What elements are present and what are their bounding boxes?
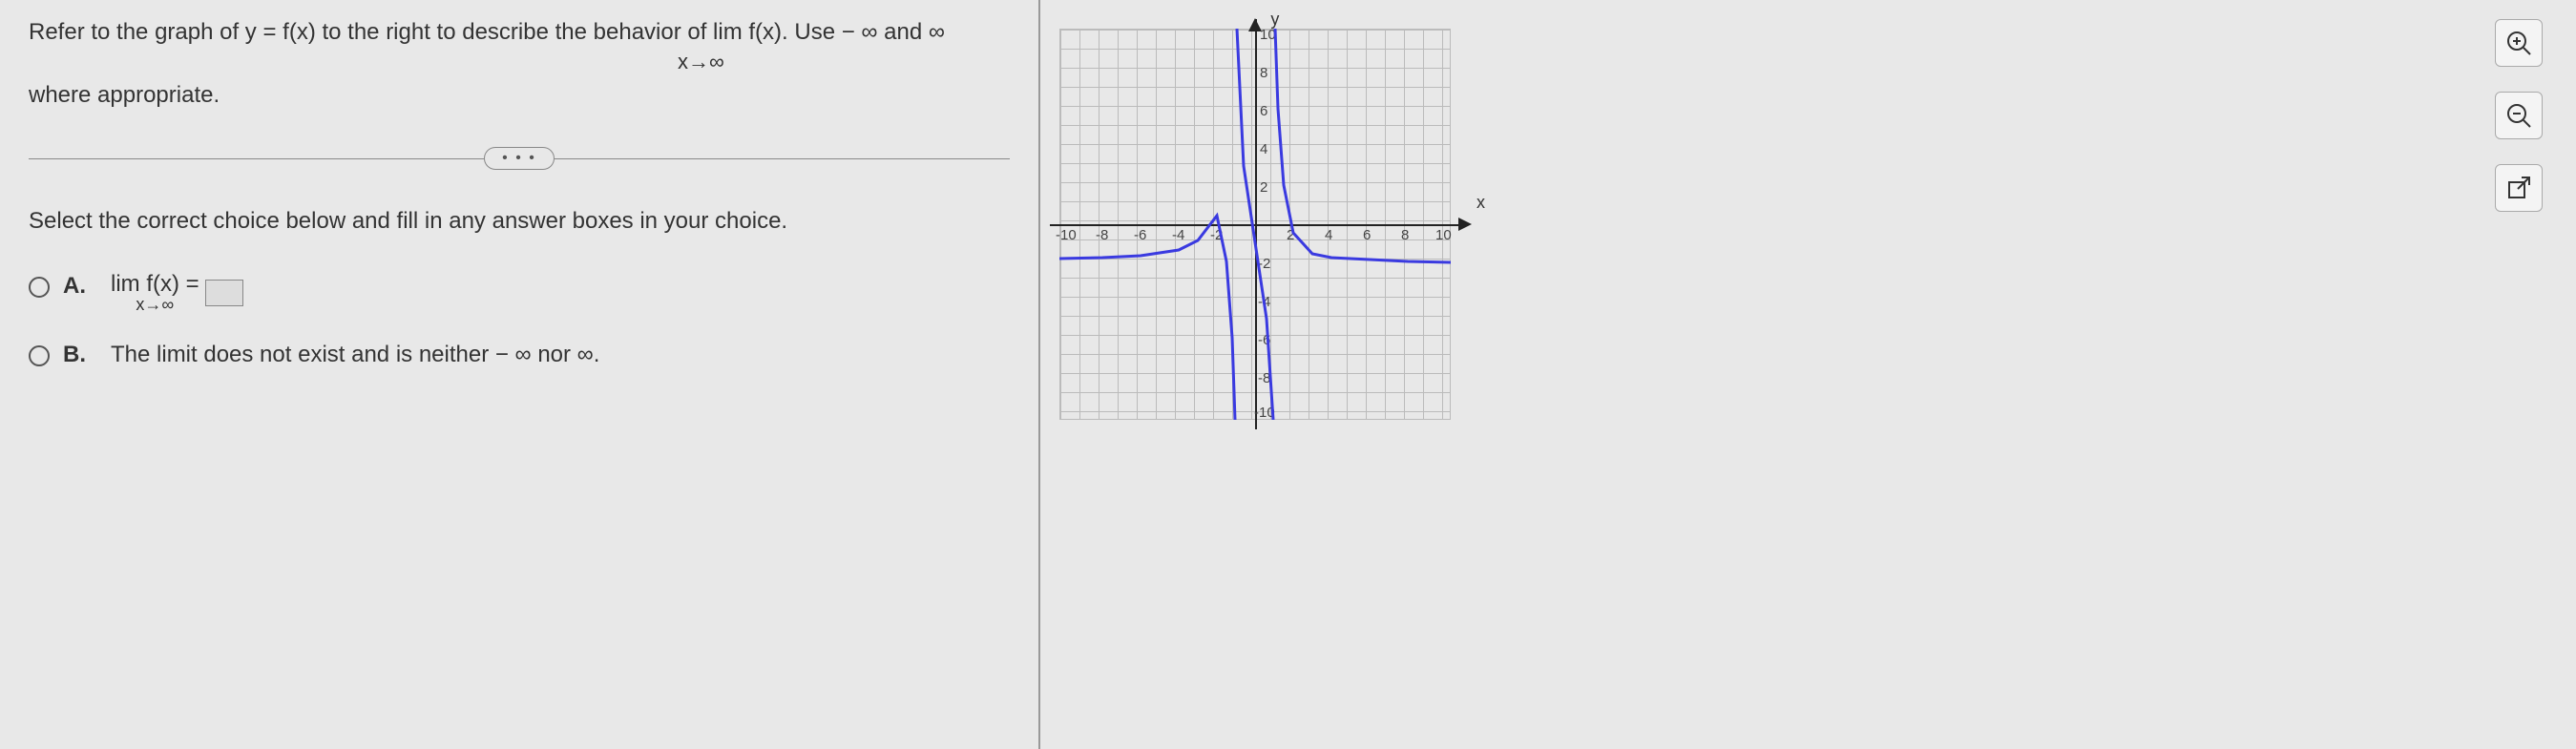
popout-icon [2506,176,2531,200]
zoom-in-button[interactable] [2495,19,2543,67]
zoom-out-button[interactable] [2495,92,2543,139]
choice-a-row[interactable]: A. lim f(x) = x→∞ [29,273,1010,313]
choice-b-row[interactable]: B. The limit does not exist and is neith… [29,342,1010,368]
divider-line-right [555,158,1010,159]
radio-b[interactable] [29,345,50,366]
expand-divider[interactable]: • • • [29,147,1010,170]
limit-subscript: x→∞ [136,296,174,313]
limit-top: lim f(x) = [111,273,199,296]
expand-pill[interactable]: • • • [484,147,555,170]
graph-panel[interactable]: y x -10 -8 -6 -4 -2 2 4 6 8 10 10 8 6 4 … [1059,29,1451,420]
choice-a-content: lim f(x) = x→∞ [111,273,243,313]
zoom-in-icon [2505,30,2532,56]
choice-b-text: The limit does not exist and is neither … [111,342,599,368]
prompt-line-2: where appropriate. [29,82,1010,109]
limit-expression: lim f(x) = x→∞ [111,273,199,313]
choice-b-label: B. [63,342,88,368]
prompt-limit-subscript: x→∞ [678,50,1010,74]
choice-a-label: A. [63,273,88,300]
answer-input-a[interactable] [205,280,243,306]
prompt-line-1: Refer to the graph of y = f(x) to the ri… [29,19,1010,46]
question-panel: Refer to the graph of y = f(x) to the ri… [0,0,1040,749]
instruction-text: Select the correct choice below and fill… [29,208,1010,235]
zoom-out-icon [2505,102,2532,129]
tool-rail [2490,19,2547,212]
function-curve [1059,29,1451,420]
divider-line-left [29,158,484,159]
arrow-right-icon [1458,211,1472,238]
x-axis-label: x [1476,193,1485,213]
radio-a[interactable] [29,277,50,298]
popout-button[interactable] [2495,164,2543,212]
